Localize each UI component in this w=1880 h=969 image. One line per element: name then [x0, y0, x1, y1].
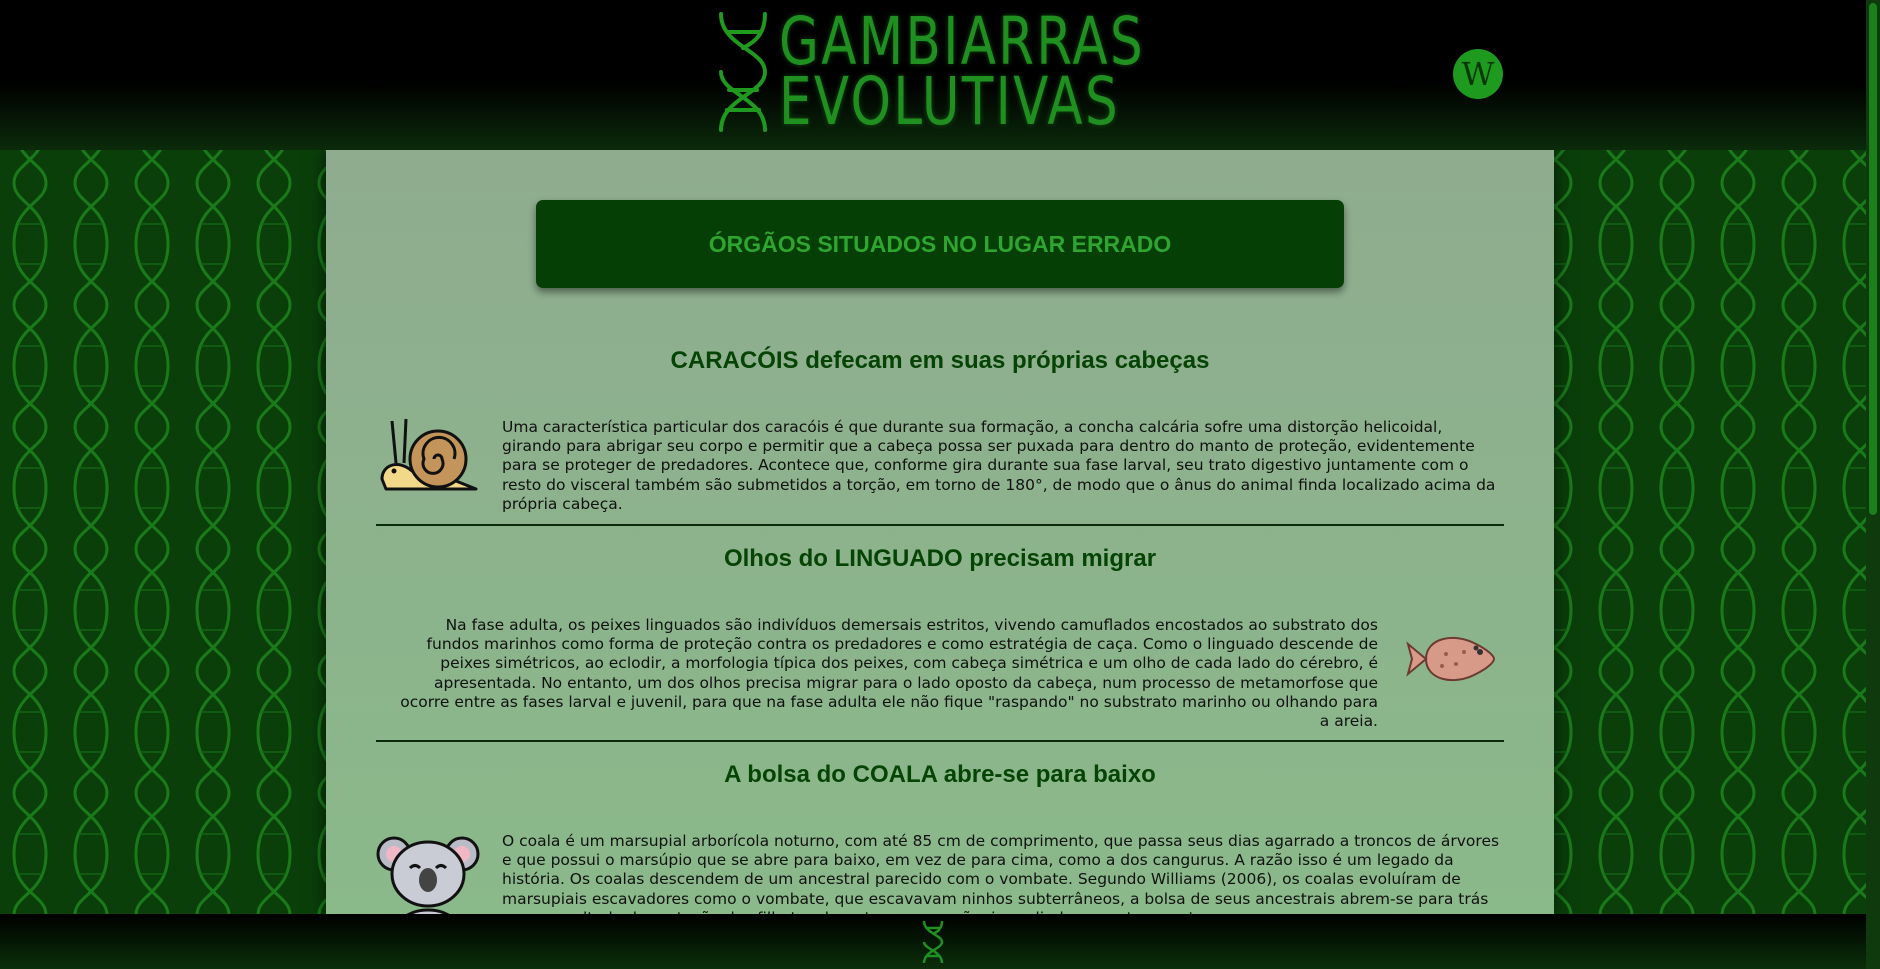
section-title-koala: A bolsa do COALA abre-se para baixo — [724, 761, 1156, 788]
koala-icon — [376, 830, 480, 914]
wikipedia-icon: W — [1461, 55, 1495, 93]
page-title: ÓRGÃOS SITUADOS NO LUGAR ERRADO — [708, 230, 1172, 257]
section-text-koala: O coala é um marsupial arborícola noturn… — [502, 832, 1500, 914]
dna-logo-icon — [719, 12, 768, 132]
site-header: GAMBIARRAS EVOLUTIVAS W — [0, 0, 1880, 150]
scrollbar-thumb[interactable] — [1869, 3, 1877, 515]
wikipedia-button[interactable]: W — [1453, 49, 1503, 99]
site-footer — [0, 914, 1880, 969]
section-divider — [376, 740, 1504, 742]
snail-icon — [376, 415, 480, 497]
page-title-banner: ÓRGÃOS SITUADOS NO LUGAR ERRADO — [536, 200, 1344, 288]
section-title-flounder: Olhos do LINGUADO precisam migrar — [723, 545, 1157, 572]
logo-line2: EVOLUTIVAS — [779, 63, 1121, 140]
section-text-flounder: Na fase adulta, os peixes linguados são … — [400, 616, 1378, 731]
section-title-snail: CARACÓIS defecam em suas próprias cabeça… — [670, 347, 1210, 374]
site-logo[interactable]: GAMBIARRAS EVOLUTIVAS — [715, 8, 1248, 136]
flounder-fish-icon — [1406, 628, 1496, 694]
main-content: ÓRGÃOS SITUADOS NO LUGAR ERRADO CARACÓIS… — [326, 150, 1554, 914]
section-divider — [376, 524, 1504, 526]
dna-footer-icon — [922, 920, 944, 964]
site-title: GAMBIARRAS EVOLUTIVAS — [779, 9, 1145, 140]
section-text-snail: Uma característica particular dos caracó… — [502, 418, 1496, 513]
